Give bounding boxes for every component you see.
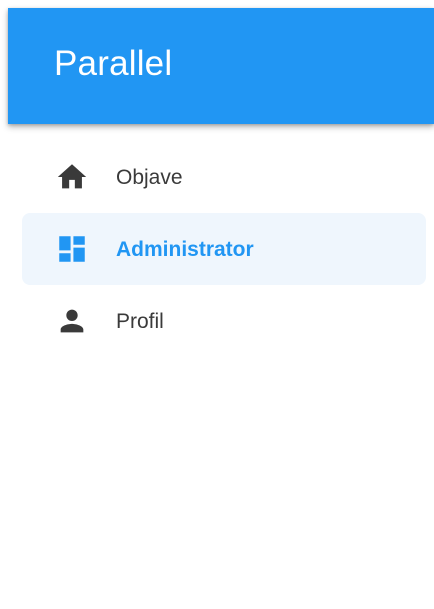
nav-item-label: Administrator <box>116 237 254 261</box>
app-bar: Parallel <box>8 8 434 124</box>
nav-item-profil[interactable]: Profil <box>22 285 426 357</box>
nav-item-label: Objave <box>116 165 183 189</box>
dashboard-icon <box>52 229 92 269</box>
nav-item-administrator[interactable]: Administrator <box>22 213 426 285</box>
person-icon <box>52 301 92 341</box>
nav-list: Objave Administrator Profil <box>22 141 426 357</box>
app-title: Parallel <box>54 43 173 83</box>
home-icon <box>52 157 92 197</box>
nav-item-objave[interactable]: Objave <box>22 141 426 213</box>
nav-item-label: Profil <box>116 309 164 333</box>
navigation-drawer: Parallel Objave Administrator Profil <box>0 0 434 609</box>
